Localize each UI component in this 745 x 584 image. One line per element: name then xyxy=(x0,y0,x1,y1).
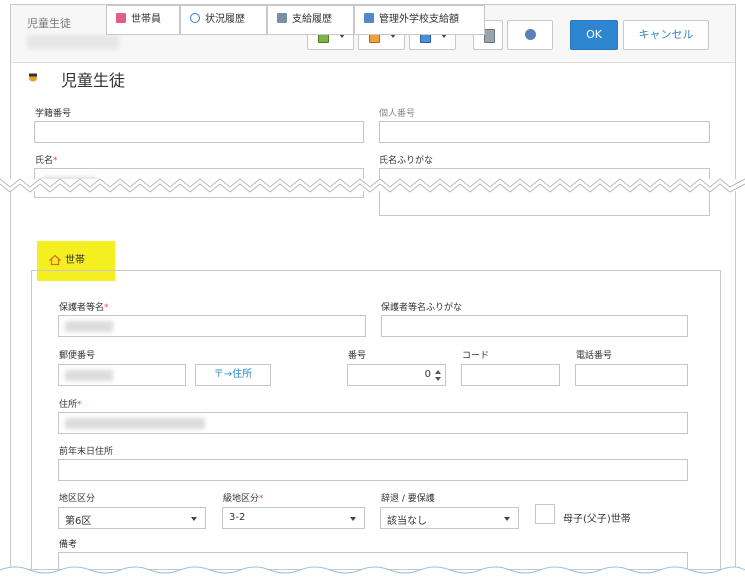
number-label: 番号 xyxy=(348,351,367,361)
record-name-blurred xyxy=(27,35,119,49)
school-icon xyxy=(364,13,374,23)
tab-external-school-payment[interactable]: 管理外学校支給額 xyxy=(354,5,485,35)
single-parent-checkbox[interactable] xyxy=(535,504,555,524)
phone-input[interactable] xyxy=(575,364,688,386)
district-select[interactable]: 第6区 xyxy=(58,507,206,529)
name-label: 氏名* xyxy=(35,156,58,166)
name-kana-label: 氏名ふりがな xyxy=(379,156,434,166)
ok-button[interactable]: OK xyxy=(570,20,618,50)
grade-label: 級地区分* xyxy=(223,494,264,504)
address-input[interactable] xyxy=(58,412,688,434)
help-button[interactable] xyxy=(507,20,553,50)
guardian-kana-label: 保護者等名ふりがな xyxy=(381,303,463,313)
personal-number-input[interactable] xyxy=(379,121,710,143)
guardian-value-blurred xyxy=(65,321,113,332)
postal-code-label: 郵便番号 xyxy=(59,351,96,361)
spin-up-icon[interactable] xyxy=(435,370,441,374)
cancel-button[interactable]: キャンセル xyxy=(623,20,709,50)
address-value-blurred xyxy=(65,418,205,429)
address-label: 住所* xyxy=(59,400,82,410)
student-id-input[interactable] xyxy=(34,121,364,143)
code-label: コード xyxy=(462,351,490,361)
chevron-down-icon xyxy=(350,517,356,521)
postal-to-address-button[interactable]: 〒→住所 xyxy=(195,364,271,386)
document-icon xyxy=(277,13,287,23)
tab-payment-history[interactable]: 支給履歴 xyxy=(267,5,354,35)
form-window: 児童生徒 OK キャンセル 児童生徒 学籍番号 個人番号 氏名* 氏名ふりがな … xyxy=(10,4,736,570)
guardian-name-input[interactable] xyxy=(58,315,366,337)
remarks-label: 備考 xyxy=(59,540,78,550)
personal-number-label: 個人番号 xyxy=(379,109,416,119)
student-id-label: 学籍番号 xyxy=(35,109,72,119)
decline-select[interactable]: 該当なし xyxy=(380,507,519,529)
page-title: 児童生徒 xyxy=(61,71,126,90)
phone-label: 電話番号 xyxy=(576,351,613,361)
prev-address-label: 前年末日住所 xyxy=(59,447,114,457)
help-icon xyxy=(525,29,536,40)
guardian-kana-input[interactable] xyxy=(381,315,688,337)
chevron-down-icon xyxy=(504,517,510,521)
people-icon xyxy=(116,13,126,23)
grade-select[interactable]: 3-2 xyxy=(222,507,365,529)
postal-code-input[interactable] xyxy=(58,364,186,386)
torn-edge-divider xyxy=(0,178,745,193)
torn-bottom-edge xyxy=(0,566,745,584)
chevron-down-icon xyxy=(191,517,197,521)
spin-down-icon[interactable] xyxy=(435,377,441,381)
tab-status-history[interactable]: 状況履歴 xyxy=(180,5,267,35)
calculator-icon xyxy=(484,29,495,43)
clock-icon xyxy=(190,13,200,23)
district-label: 地区区分 xyxy=(59,494,96,504)
home-icon xyxy=(49,254,61,266)
tab-household-members[interactable]: 世帯員 xyxy=(106,5,180,35)
student-icon xyxy=(29,73,37,82)
postal-value-blurred xyxy=(65,370,113,381)
number-stepper[interactable]: 0 xyxy=(347,364,446,386)
prev-address-input[interactable] xyxy=(58,459,688,481)
decline-label: 辞退 / 要保護 xyxy=(381,494,435,504)
code-input[interactable] xyxy=(461,364,560,386)
single-parent-label: 母子(父子)世帯 xyxy=(563,514,631,525)
window-title: 児童生徒 xyxy=(27,17,71,30)
guardian-name-label: 保護者等名* xyxy=(59,303,109,313)
